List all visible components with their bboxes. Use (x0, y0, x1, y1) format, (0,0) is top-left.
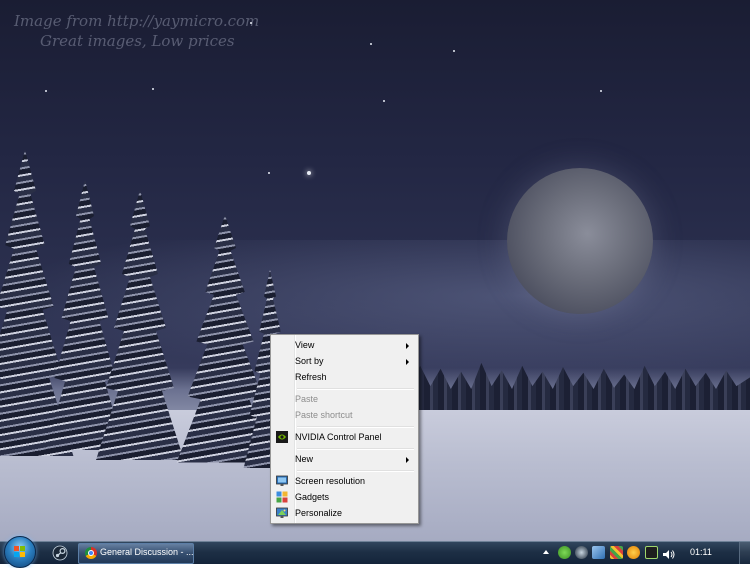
menu-item-label: Paste (295, 394, 319, 404)
start-button[interactable] (4, 536, 36, 568)
monitor-icon[interactable] (645, 546, 658, 559)
star (600, 90, 602, 92)
menu-separator (297, 470, 414, 472)
menu-item-label: NVIDIA Control Panel (295, 432, 382, 442)
menu-item-screen-resolution[interactable]: Screen resolution (273, 474, 416, 489)
menu-item-paste-shortcut: Paste shortcut (273, 408, 416, 423)
menu-separator (297, 388, 414, 390)
star (250, 22, 252, 24)
menu-item-label: Refresh (295, 372, 327, 382)
menu-separator (297, 448, 414, 450)
star (268, 172, 270, 174)
star (370, 43, 372, 45)
clock[interactable]: 01:11 (690, 547, 712, 557)
show-hidden-icons-arrow-icon[interactable] (543, 550, 549, 554)
star (45, 90, 47, 92)
taskbar-button-chrome[interactable]: General Discussion - ... (78, 543, 194, 564)
menu-item-label: View (295, 340, 315, 350)
taskbar-button-label: General Discussion - ... (100, 547, 194, 557)
menu-item-label: Paste shortcut (295, 410, 353, 420)
menu-item-label: New (295, 454, 314, 464)
taskbar: General Discussion - ... 01:11 (0, 536, 750, 568)
menu-item-sort-by[interactable]: Sort by (273, 354, 416, 369)
menu-item-label: Personalize (295, 508, 343, 518)
menu-item-new[interactable]: New (273, 452, 416, 467)
menu-item-nvidia-control-panel[interactable]: NVIDIA Control Panel (273, 430, 416, 445)
watermark-line-2: Great images, Low prices (40, 32, 235, 50)
menu-item-paste: Paste (273, 392, 416, 407)
volume-icon[interactable] (662, 546, 675, 559)
bright-star (307, 171, 311, 175)
menu-item-label: Sort by (295, 356, 324, 366)
network-icon[interactable] (592, 546, 605, 559)
nvidia-icon (276, 431, 288, 443)
windows-logo-icon (14, 546, 26, 558)
app-icon[interactable] (610, 546, 623, 559)
steam-tray-icon[interactable] (575, 546, 588, 559)
menu-item-gadgets[interactable]: Gadgets (273, 490, 416, 505)
watermark-line-1: Image from http://yaymicro.com (14, 12, 260, 30)
gadgets-icon (276, 491, 288, 503)
utorrent-icon[interactable] (558, 546, 571, 559)
menu-item-refresh[interactable]: Refresh (273, 370, 416, 385)
star (453, 50, 455, 52)
personalize-icon (276, 507, 288, 519)
avast-icon[interactable] (627, 546, 640, 559)
menu-item-label: Screen resolution (295, 476, 366, 486)
submenu-arrow-icon (406, 343, 409, 349)
menu-item-personalize[interactable]: Personalize (273, 506, 416, 521)
watermark: Image from http://yaymicro.com Great ima… (14, 11, 259, 51)
chrome-icon (85, 547, 97, 559)
submenu-arrow-icon (406, 457, 409, 463)
screen-resolution-icon (276, 475, 288, 487)
desktop-context-menu: View Sort by Refresh Paste Paste shortcu… (270, 334, 419, 524)
star (383, 100, 385, 102)
submenu-arrow-icon (406, 359, 409, 365)
steam-icon[interactable] (52, 545, 68, 561)
menu-item-view[interactable]: View (273, 338, 416, 353)
star (152, 88, 154, 90)
moon (507, 168, 653, 314)
menu-item-label: Gadgets (295, 492, 330, 502)
show-desktop-button[interactable] (739, 542, 750, 564)
menu-separator (297, 426, 414, 428)
